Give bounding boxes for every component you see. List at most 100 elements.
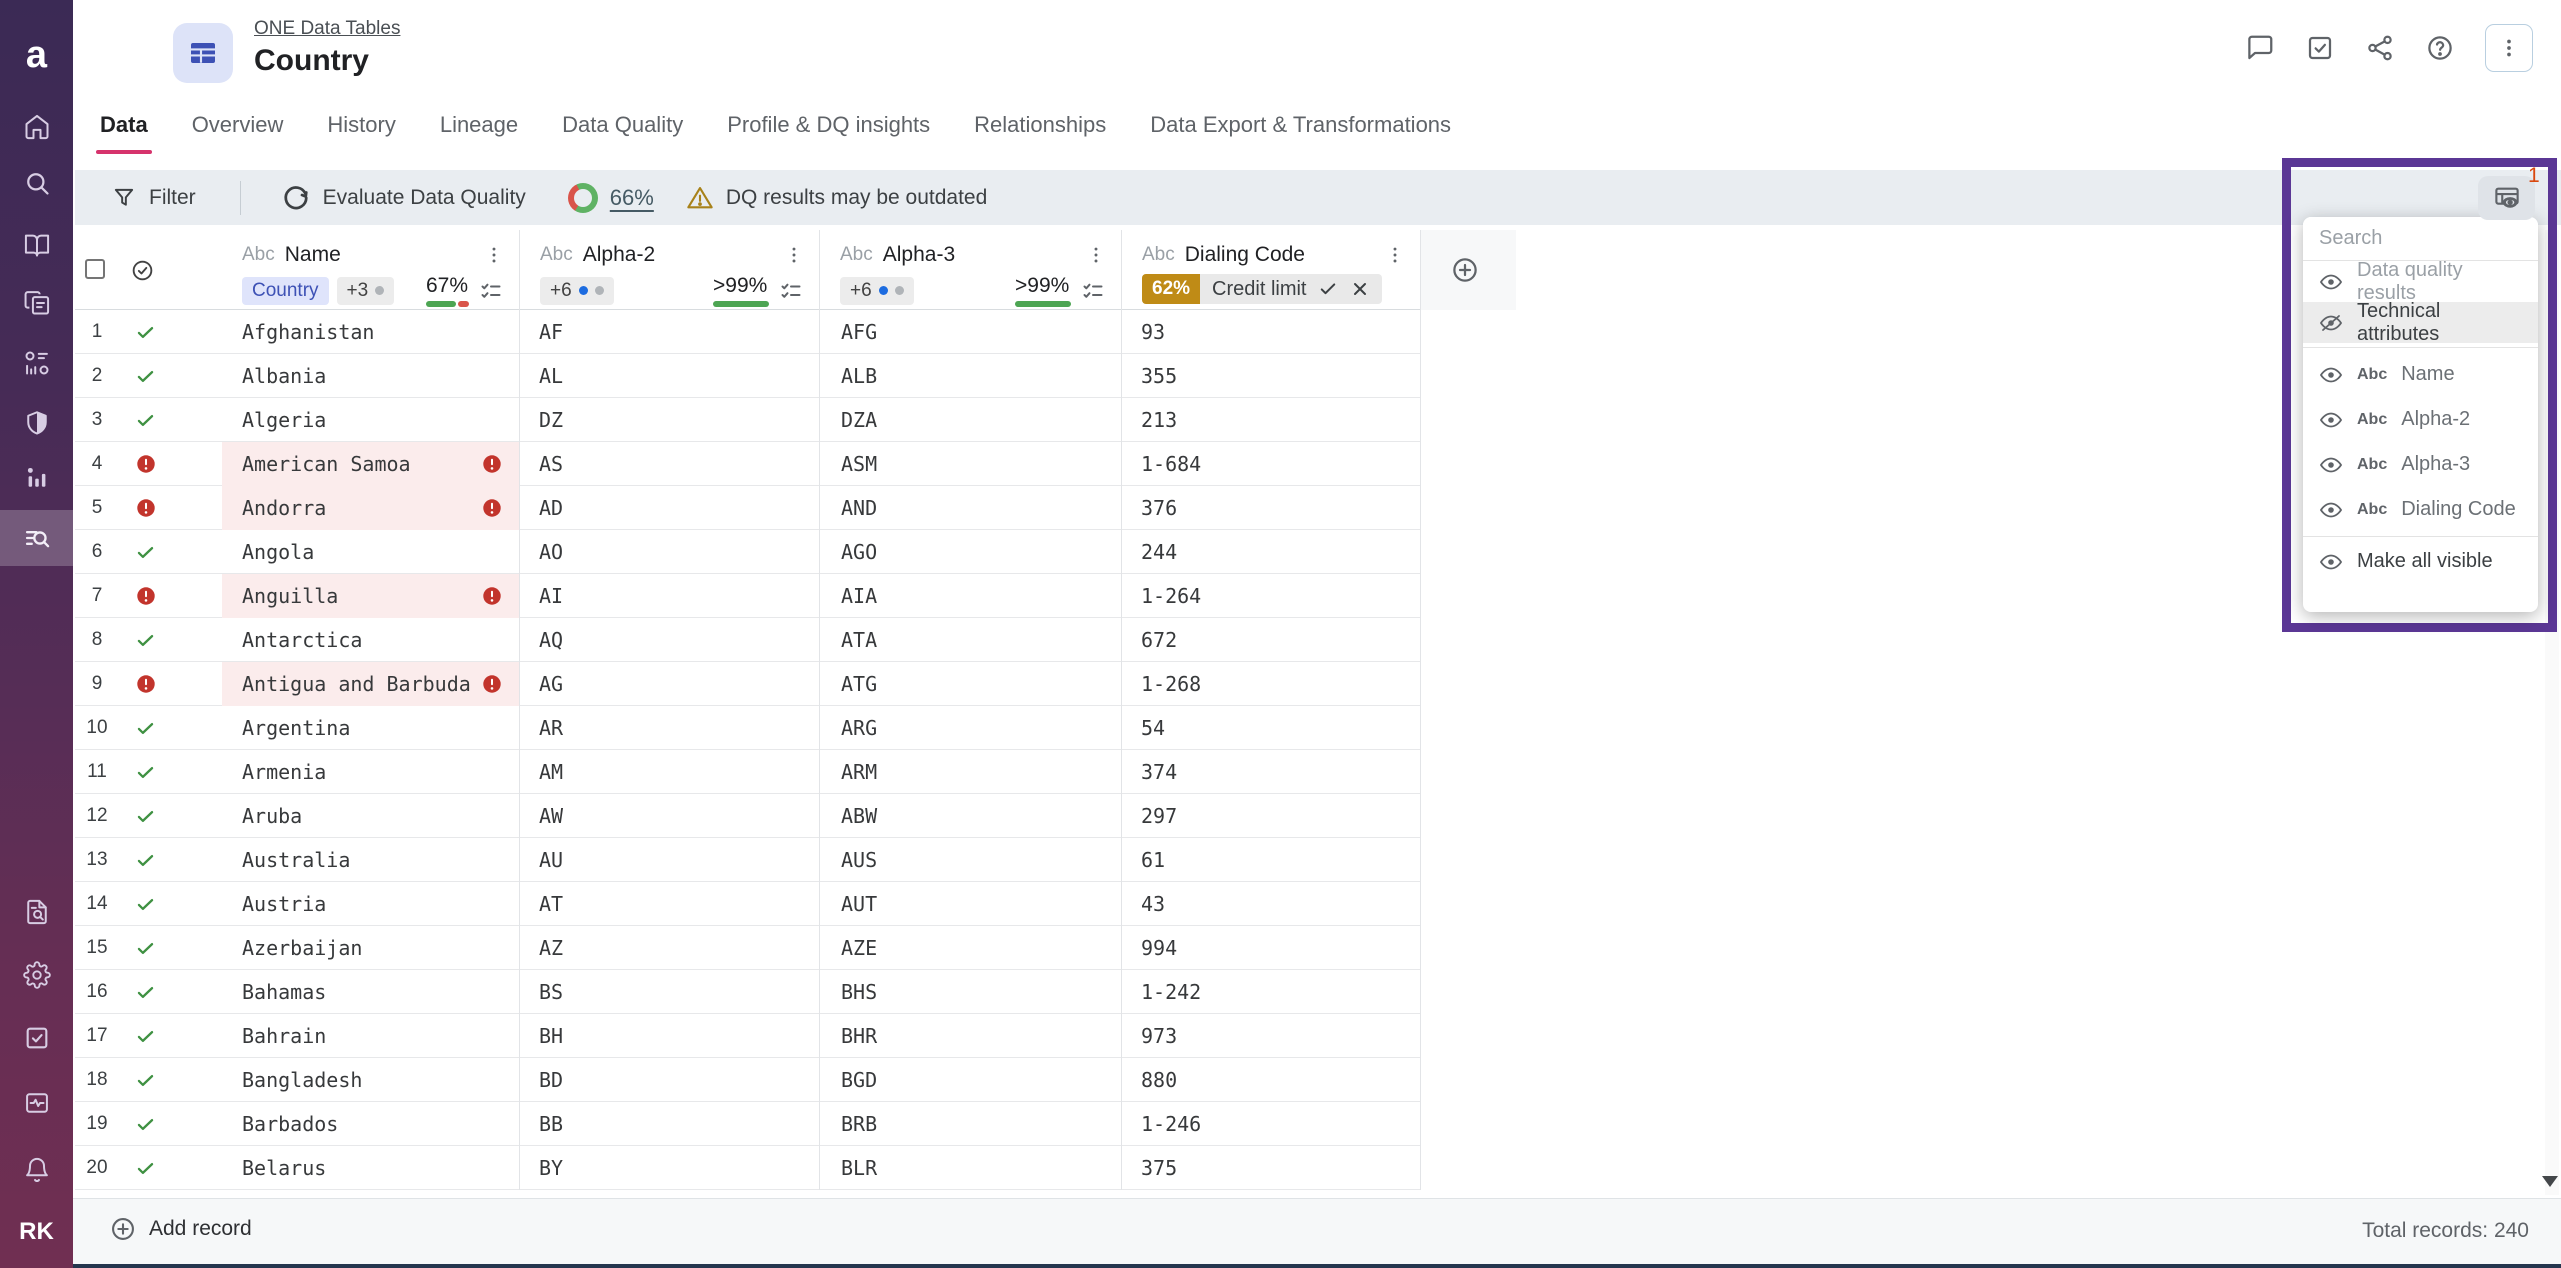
sidebar-item-notifications[interactable] bbox=[0, 1142, 73, 1198]
cell-alpha3[interactable]: AFG bbox=[819, 310, 1121, 354]
cell-alpha2[interactable]: AW bbox=[519, 794, 819, 838]
tab[interactable]: History bbox=[327, 112, 395, 154]
column-menu-icon[interactable] bbox=[1384, 244, 1406, 266]
sidebar-item-data-structures[interactable] bbox=[0, 335, 73, 391]
cell-alpha2[interactable]: AR bbox=[519, 706, 819, 750]
tasks-icon[interactable] bbox=[2305, 33, 2335, 63]
add-record-button[interactable]: Add record bbox=[109, 1215, 252, 1243]
cell-dialing-code[interactable]: 672 bbox=[1121, 618, 1420, 662]
dq-rules-icon[interactable] bbox=[779, 279, 803, 303]
cell-alpha3[interactable]: BHS bbox=[819, 970, 1121, 1014]
cell-alpha2[interactable]: DZ bbox=[519, 398, 819, 442]
cell-dialing-code[interactable]: 376 bbox=[1121, 486, 1420, 530]
cell-alpha2[interactable]: AS bbox=[519, 442, 819, 486]
cell-dialing-code[interactable]: 1-268 bbox=[1121, 662, 1420, 706]
cell-dialing-code[interactable]: 93 bbox=[1121, 310, 1420, 354]
cell-name[interactable]: Australia bbox=[222, 838, 519, 882]
rule-quality-chip[interactable]: 62% bbox=[1142, 274, 1201, 304]
overflow-chip[interactable]: +3 bbox=[336, 276, 395, 305]
cell-dialing-code[interactable]: 1-246 bbox=[1121, 1102, 1420, 1146]
overflow-chip[interactable]: +6 bbox=[840, 276, 914, 305]
panel-attribute-item[interactable]: Abc Dialing Code bbox=[2303, 487, 2538, 532]
column-menu-icon[interactable] bbox=[783, 244, 805, 266]
sidebar-item-data-exploration[interactable] bbox=[0, 510, 73, 566]
cell-alpha3[interactable]: ARG bbox=[819, 706, 1121, 750]
cell-name[interactable]: Andorra bbox=[222, 486, 519, 530]
cell-name[interactable]: Anguilla bbox=[222, 574, 519, 618]
cell-alpha2[interactable]: AI bbox=[519, 574, 819, 618]
panel-attribute-item[interactable]: Abc Alpha-2 bbox=[2303, 397, 2538, 442]
sidebar-item-governance[interactable] bbox=[0, 395, 73, 451]
cell-name[interactable]: Antarctica bbox=[222, 618, 519, 662]
cell-alpha2[interactable]: AG bbox=[519, 662, 819, 706]
column-visibility-button[interactable] bbox=[2478, 176, 2535, 220]
tab[interactable]: Data Export & Transformations bbox=[1150, 112, 1451, 154]
cell-dialing-code[interactable]: 880 bbox=[1121, 1058, 1420, 1102]
quality-score[interactable]: >99% bbox=[713, 274, 769, 307]
cell-dialing-code[interactable]: 61 bbox=[1121, 838, 1420, 882]
validity-column-icon[interactable] bbox=[130, 258, 155, 283]
tab[interactable]: Relationships bbox=[974, 112, 1106, 154]
cell-alpha3[interactable]: AZE bbox=[819, 926, 1121, 970]
rule-pass-icon[interactable] bbox=[1318, 279, 1338, 299]
cell-name[interactable]: Algeria bbox=[222, 398, 519, 442]
cell-dialing-code[interactable]: 994 bbox=[1121, 926, 1420, 970]
cell-alpha3[interactable]: ABW bbox=[819, 794, 1121, 838]
panel-search-input[interactable] bbox=[2303, 217, 2538, 261]
cell-name[interactable]: Belarus bbox=[222, 1146, 519, 1190]
cell-alpha3[interactable]: ATA bbox=[819, 618, 1121, 662]
column-header-name[interactable]: Abc Name Country +3 67% bbox=[222, 230, 519, 310]
quality-score[interactable]: 67% bbox=[426, 274, 469, 307]
cell-dialing-code[interactable]: 1-242 bbox=[1121, 970, 1420, 1014]
cell-alpha2[interactable]: BY bbox=[519, 1146, 819, 1190]
cell-alpha3[interactable]: AIA bbox=[819, 574, 1121, 618]
cell-alpha3[interactable]: BGD bbox=[819, 1058, 1121, 1102]
user-avatar[interactable]: RK bbox=[0, 1218, 73, 1246]
cell-dialing-code[interactable]: 375 bbox=[1121, 1146, 1420, 1190]
tab[interactable]: Profile & DQ insights bbox=[727, 112, 930, 154]
cell-dialing-code[interactable]: 244 bbox=[1121, 530, 1420, 574]
breadcrumb[interactable]: ONE Data Tables bbox=[254, 18, 400, 40]
share-icon[interactable] bbox=[2365, 33, 2395, 63]
cell-name[interactable]: Afghanistan bbox=[222, 310, 519, 354]
tab[interactable]: Data bbox=[96, 112, 152, 154]
cell-name[interactable]: Bangladesh bbox=[222, 1058, 519, 1102]
sidebar-item-home[interactable] bbox=[0, 99, 73, 155]
cell-dialing-code[interactable]: 355 bbox=[1121, 354, 1420, 398]
cell-name[interactable]: Bahamas bbox=[222, 970, 519, 1014]
cell-dialing-code[interactable]: 43 bbox=[1121, 882, 1420, 926]
cell-dialing-code[interactable]: 973 bbox=[1121, 1014, 1420, 1058]
cell-alpha2[interactable]: BB bbox=[519, 1102, 819, 1146]
cell-name[interactable]: Antigua and Barbuda bbox=[222, 662, 519, 706]
panel-attribute-item[interactable]: Abc Alpha-3 bbox=[2303, 442, 2538, 487]
cell-alpha2[interactable]: BD bbox=[519, 1058, 819, 1102]
tab[interactable]: Overview bbox=[192, 112, 284, 154]
panel-item-technical-attributes[interactable]: Technical attributes bbox=[2303, 300, 2538, 345]
column-menu-icon[interactable] bbox=[1085, 244, 1107, 266]
cell-alpha2[interactable]: AT bbox=[519, 882, 819, 926]
tab[interactable]: Data Quality bbox=[562, 112, 683, 154]
cell-alpha2[interactable]: BH bbox=[519, 1014, 819, 1058]
cell-dialing-code[interactable]: 297 bbox=[1121, 794, 1420, 838]
dq-rules-icon[interactable] bbox=[1081, 279, 1105, 303]
cell-alpha3[interactable]: AUS bbox=[819, 838, 1121, 882]
cell-name[interactable]: American Samoa bbox=[222, 442, 519, 486]
cell-alpha3[interactable]: BHR bbox=[819, 1014, 1121, 1058]
cell-alpha2[interactable]: BS bbox=[519, 970, 819, 1014]
sidebar-item-tasks[interactable] bbox=[0, 1010, 73, 1066]
quality-score[interactable]: >99% bbox=[1015, 274, 1071, 307]
cell-dialing-code[interactable]: 213 bbox=[1121, 398, 1420, 442]
comments-icon[interactable] bbox=[2245, 33, 2275, 63]
filter-button[interactable]: Filter bbox=[111, 185, 196, 211]
cell-alpha3[interactable]: ATG bbox=[819, 662, 1121, 706]
column-header-alpha3[interactable]: Abc Alpha-3 +6 >99% bbox=[819, 230, 1121, 310]
cell-alpha3[interactable]: BLR bbox=[819, 1146, 1121, 1190]
panel-attribute-item[interactable]: Abc Name bbox=[2303, 352, 2538, 397]
cell-name[interactable]: Barbados bbox=[222, 1102, 519, 1146]
cell-dialing-code[interactable]: 1-684 bbox=[1121, 442, 1420, 486]
sidebar-item-documents[interactable] bbox=[0, 275, 73, 331]
scrollbar-down-arrow[interactable] bbox=[2542, 1176, 2558, 1187]
help-icon[interactable] bbox=[2425, 33, 2455, 63]
cell-alpha2[interactable]: AD bbox=[519, 486, 819, 530]
rule-chip[interactable]: Credit limit bbox=[1200, 274, 1383, 304]
